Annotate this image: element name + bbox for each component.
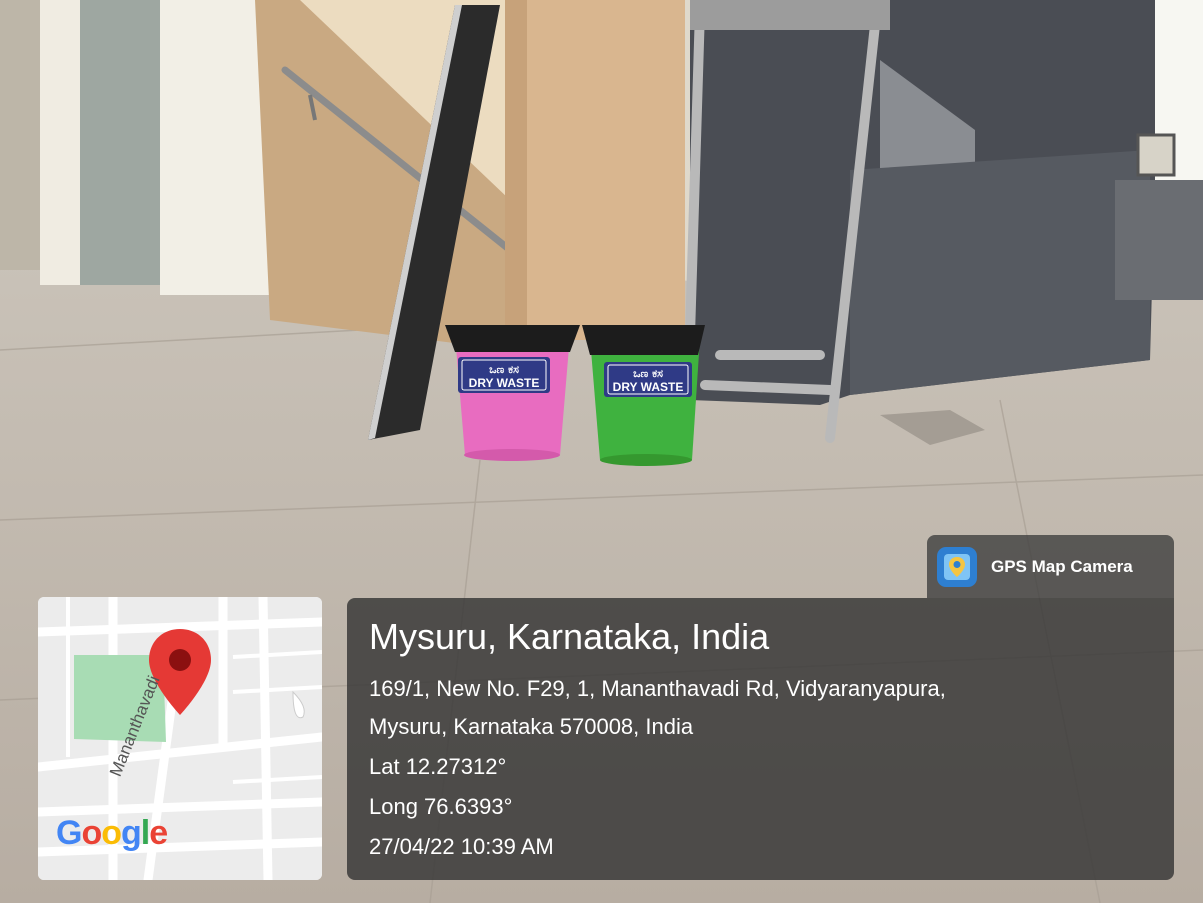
- pink-bin-label: DRY WASTE: [469, 376, 540, 390]
- location-info-panel: Mysuru, Karnataka, India 169/1, New No. …: [347, 598, 1174, 880]
- green-bin-label-kn: ಒಣ ಕಸ: [633, 367, 663, 380]
- map-pin-icon: [149, 629, 211, 715]
- address-line-1: 169/1, New No. F29, 1, Mananthavadi Rd, …: [369, 676, 946, 701]
- app-name: GPS Map Camera: [991, 556, 1133, 576]
- date-time: 27/04/22 10:39 AM: [369, 834, 554, 859]
- google-logo: Google: [56, 814, 168, 852]
- pink-bin-label-kn: ಒಣ ಕಸ: [489, 363, 519, 376]
- place-title: Mysuru, Karnataka, India: [369, 616, 770, 657]
- pink-dustbin: [445, 325, 580, 461]
- latitude: Lat 12.27312°: [369, 754, 507, 779]
- address-line-2: Mysuru, Karnataka 570008, India: [369, 714, 694, 739]
- gps-app-tab: GPS Map Camera: [927, 535, 1174, 598]
- longitude: Long 76.6393°: [369, 794, 513, 819]
- map-thumbnail: Mananthavadi Google: [38, 597, 322, 880]
- green-dustbin: [582, 325, 705, 466]
- gps-map-camera-icon: [937, 546, 977, 587]
- green-bin-label: DRY WASTE: [613, 380, 684, 394]
